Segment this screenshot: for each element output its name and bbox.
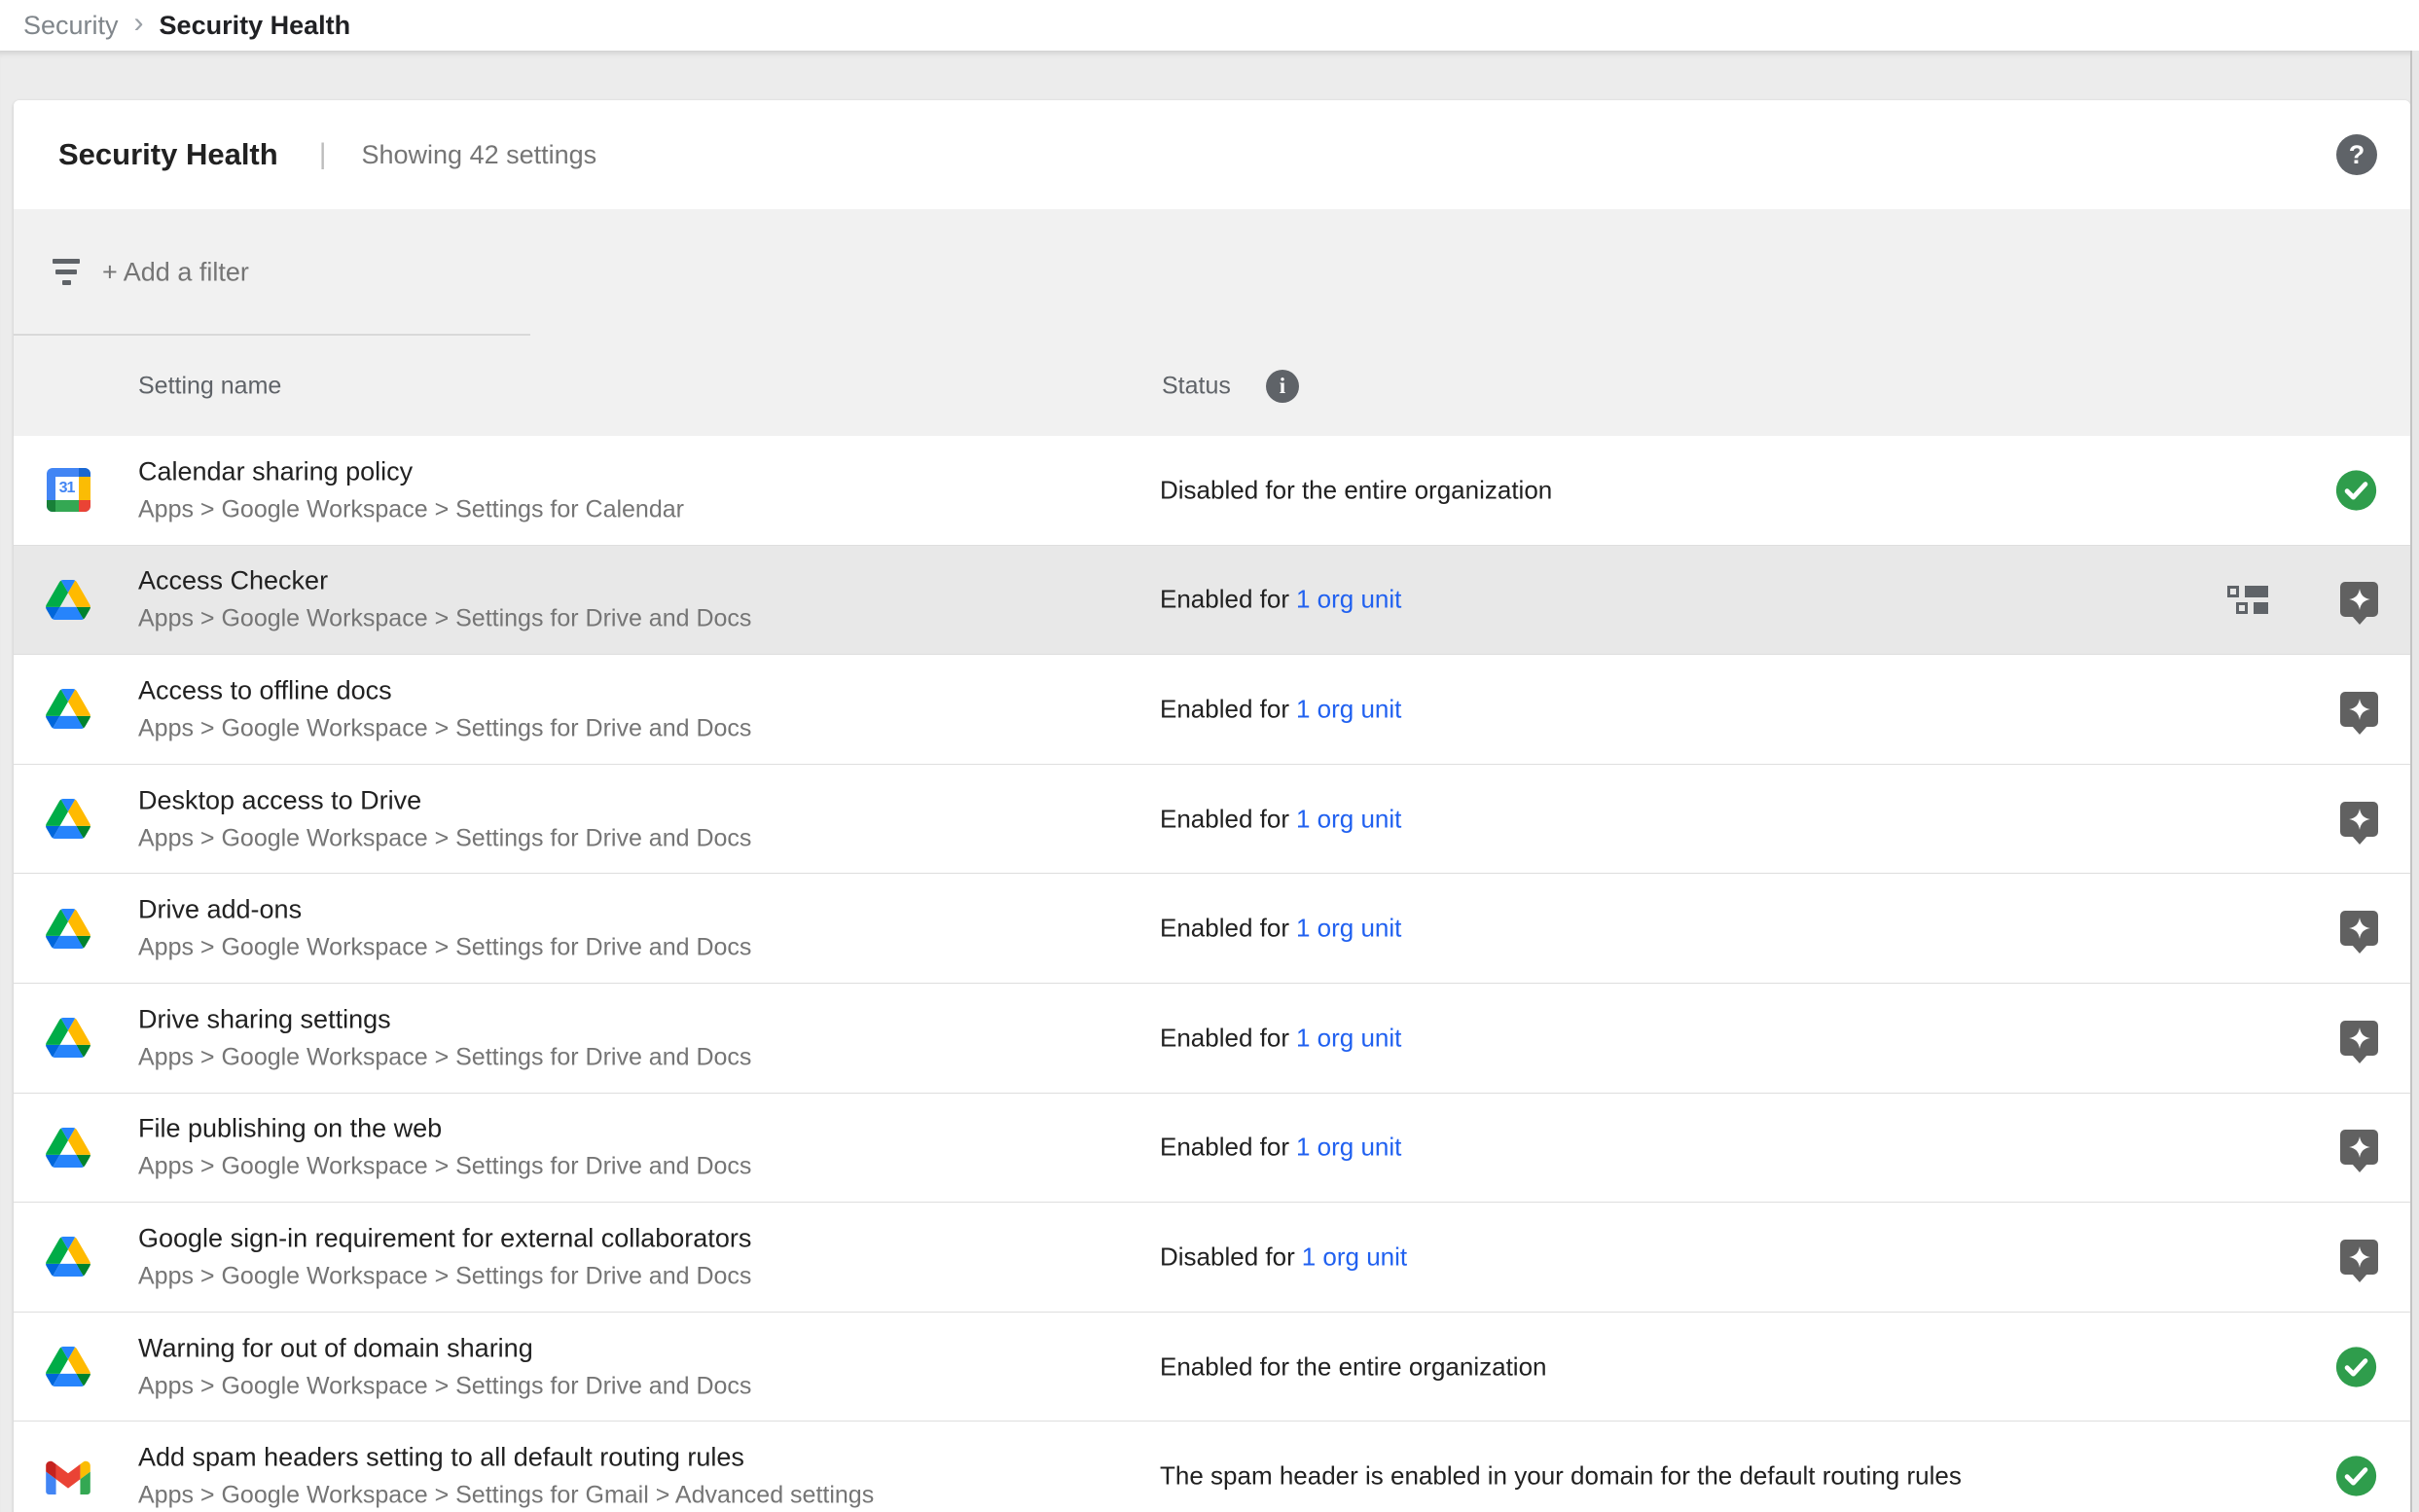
recommendation-badge-icon[interactable] xyxy=(2340,802,2378,837)
recommendation-badge-icon[interactable] xyxy=(2340,692,2378,727)
setting-status: Enabled for1 org unit xyxy=(1160,1133,1401,1163)
google-drive-icon xyxy=(46,909,90,949)
setting-name: Drive add-ons xyxy=(138,895,751,925)
google-drive-icon xyxy=(46,1018,90,1058)
status-text: Enabled for xyxy=(1160,1133,1289,1162)
recommendation-badge-icon[interactable] xyxy=(2340,1240,2378,1275)
setting-row[interactable]: Drive sharing settings Apps > Google Wor… xyxy=(14,984,2410,1094)
breadcrumb: Security › Security Health xyxy=(0,0,2419,51)
setting-path: Apps > Google Workspace > Settings for D… xyxy=(138,1372,751,1400)
setting-path: Apps > Google Workspace > Settings for D… xyxy=(138,934,751,962)
page-background: Security Health | Showing 42 settings ? … xyxy=(0,51,2419,1512)
google-drive-icon xyxy=(46,1128,90,1168)
setting-path: Apps > Google Workspace > Settings for D… xyxy=(138,1153,751,1181)
rules-icon[interactable] xyxy=(2227,586,2268,614)
setting-path: Apps > Google Workspace > Settings for D… xyxy=(138,824,751,852)
status-text: The spam header is enabled in your domai… xyxy=(1160,1461,1962,1491)
setting-row[interactable]: 31 Calendar sharing policy Apps > Google… xyxy=(14,436,2410,546)
setting-name: File publishing on the web xyxy=(138,1114,751,1144)
status-ok-icon xyxy=(2334,1455,2378,1498)
settings-list: 31 Calendar sharing policy Apps > Google… xyxy=(14,436,2410,1512)
setting-status: Disabled for1 org unit xyxy=(1160,1242,1407,1272)
setting-name: Warning for out of domain sharing xyxy=(138,1333,751,1363)
status-text: Disabled for the entire organization xyxy=(1160,475,1552,504)
gmail-icon xyxy=(46,1458,90,1494)
setting-path: Apps > Google Workspace > Settings for C… xyxy=(138,495,684,523)
setting-name: Desktop access to Drive xyxy=(138,785,751,815)
recommendation-badge-icon[interactable] xyxy=(2340,582,2378,617)
setting-status: Enabled for1 org unit xyxy=(1160,804,1401,834)
setting-row[interactable]: Desktop access to Drive Apps > Google Wo… xyxy=(14,765,2410,875)
setting-status: Enabled for1 org unit xyxy=(1160,1023,1401,1053)
google-calendar-icon: 31 xyxy=(47,468,90,512)
status-text: Enabled for xyxy=(1160,585,1289,614)
google-drive-icon xyxy=(46,689,90,729)
breadcrumb-parent-link[interactable]: Security xyxy=(23,11,119,41)
setting-row[interactable]: Access Checker Apps > Google Workspace >… xyxy=(14,546,2410,656)
setting-path: Apps > Google Workspace > Settings for D… xyxy=(138,1043,751,1071)
status-ok-icon xyxy=(2334,468,2378,512)
setting-path: Apps > Google Workspace > Settings for D… xyxy=(138,715,751,743)
status-text: Enabled for the entire organization xyxy=(1160,1351,1547,1381)
org-unit-link[interactable]: 1 org unit xyxy=(1302,1242,1407,1271)
column-header-setting-name: Setting name xyxy=(138,372,281,400)
setting-status: Enabled for1 org unit xyxy=(1160,585,1401,615)
setting-status: The spam header is enabled in your domai… xyxy=(1160,1461,1962,1492)
setting-name: Google sign-in requirement for external … xyxy=(138,1224,751,1254)
org-unit-link[interactable]: 1 org unit xyxy=(1296,694,1401,723)
org-unit-link[interactable]: 1 org unit xyxy=(1296,1023,1401,1052)
setting-row[interactable]: Google sign-in requirement for external … xyxy=(14,1203,2410,1313)
table-header: Setting name Status i xyxy=(14,336,2410,436)
breadcrumb-current: Security Health xyxy=(160,11,351,41)
setting-status: Enabled for1 org unit xyxy=(1160,694,1401,724)
setting-name: Access Checker xyxy=(138,566,751,596)
setting-row[interactable]: Warning for out of domain sharing Apps >… xyxy=(14,1313,2410,1422)
column-header-status: Status xyxy=(1162,372,1231,400)
filter-section: + Add a filter xyxy=(14,209,2410,336)
setting-row[interactable]: File publishing on the web Apps > Google… xyxy=(14,1094,2410,1204)
add-filter-button[interactable]: + Add a filter xyxy=(102,258,249,288)
setting-row[interactable]: Drive add-ons Apps > Google Workspace > … xyxy=(14,874,2410,984)
org-unit-link[interactable]: 1 org unit xyxy=(1296,1133,1401,1162)
setting-name: Drive sharing settings xyxy=(138,1004,751,1034)
google-drive-icon xyxy=(46,799,90,839)
settings-count-label: Showing 42 settings xyxy=(362,140,597,170)
status-text: Disabled for xyxy=(1160,1242,1295,1271)
scrollbar-gutter[interactable] xyxy=(2410,51,2419,1512)
setting-row[interactable]: Add spam headers setting to all default … xyxy=(14,1422,2410,1512)
help-icon[interactable]: ? xyxy=(2336,134,2377,175)
org-unit-link[interactable]: 1 org unit xyxy=(1296,585,1401,614)
setting-path: Apps > Google Workspace > Settings for G… xyxy=(138,1482,874,1510)
security-health-card: Security Health | Showing 42 settings ? … xyxy=(14,100,2410,1512)
setting-row[interactable]: Access to offline docs Apps > Google Wor… xyxy=(14,655,2410,765)
status-text: Enabled for xyxy=(1160,804,1289,833)
org-unit-link[interactable]: 1 org unit xyxy=(1296,804,1401,833)
status-text: Enabled for xyxy=(1160,1023,1289,1052)
setting-status: Enabled for the entire organization xyxy=(1160,1351,1547,1382)
status-info-icon[interactable]: i xyxy=(1266,370,1299,403)
setting-status: Enabled for1 org unit xyxy=(1160,914,1401,944)
page-title: Security Health xyxy=(58,137,278,172)
status-text: Enabled for xyxy=(1160,694,1289,723)
filter-list-icon[interactable] xyxy=(47,252,86,291)
status-ok-icon xyxy=(2334,1345,2378,1388)
breadcrumb-chevron-icon: › xyxy=(134,9,144,38)
status-text: Enabled for xyxy=(1160,914,1289,943)
setting-name: Add spam headers setting to all default … xyxy=(138,1443,874,1473)
title-separator: | xyxy=(319,138,327,171)
org-unit-link[interactable]: 1 org unit xyxy=(1296,914,1401,943)
setting-status: Disabled for the entire organization xyxy=(1160,475,1552,505)
setting-name: Access to offline docs xyxy=(138,676,751,706)
google-drive-icon xyxy=(46,1347,90,1386)
setting-path: Apps > Google Workspace > Settings for D… xyxy=(138,605,751,633)
setting-path: Apps > Google Workspace > Settings for D… xyxy=(138,1263,751,1291)
google-drive-icon xyxy=(46,580,90,620)
recommendation-badge-icon[interactable] xyxy=(2340,1021,2378,1056)
recommendation-badge-icon[interactable] xyxy=(2340,1130,2378,1165)
setting-name: Calendar sharing policy xyxy=(138,456,684,486)
card-header: Security Health | Showing 42 settings ? xyxy=(14,100,2410,209)
recommendation-badge-icon[interactable] xyxy=(2340,911,2378,946)
google-drive-icon xyxy=(46,1237,90,1277)
